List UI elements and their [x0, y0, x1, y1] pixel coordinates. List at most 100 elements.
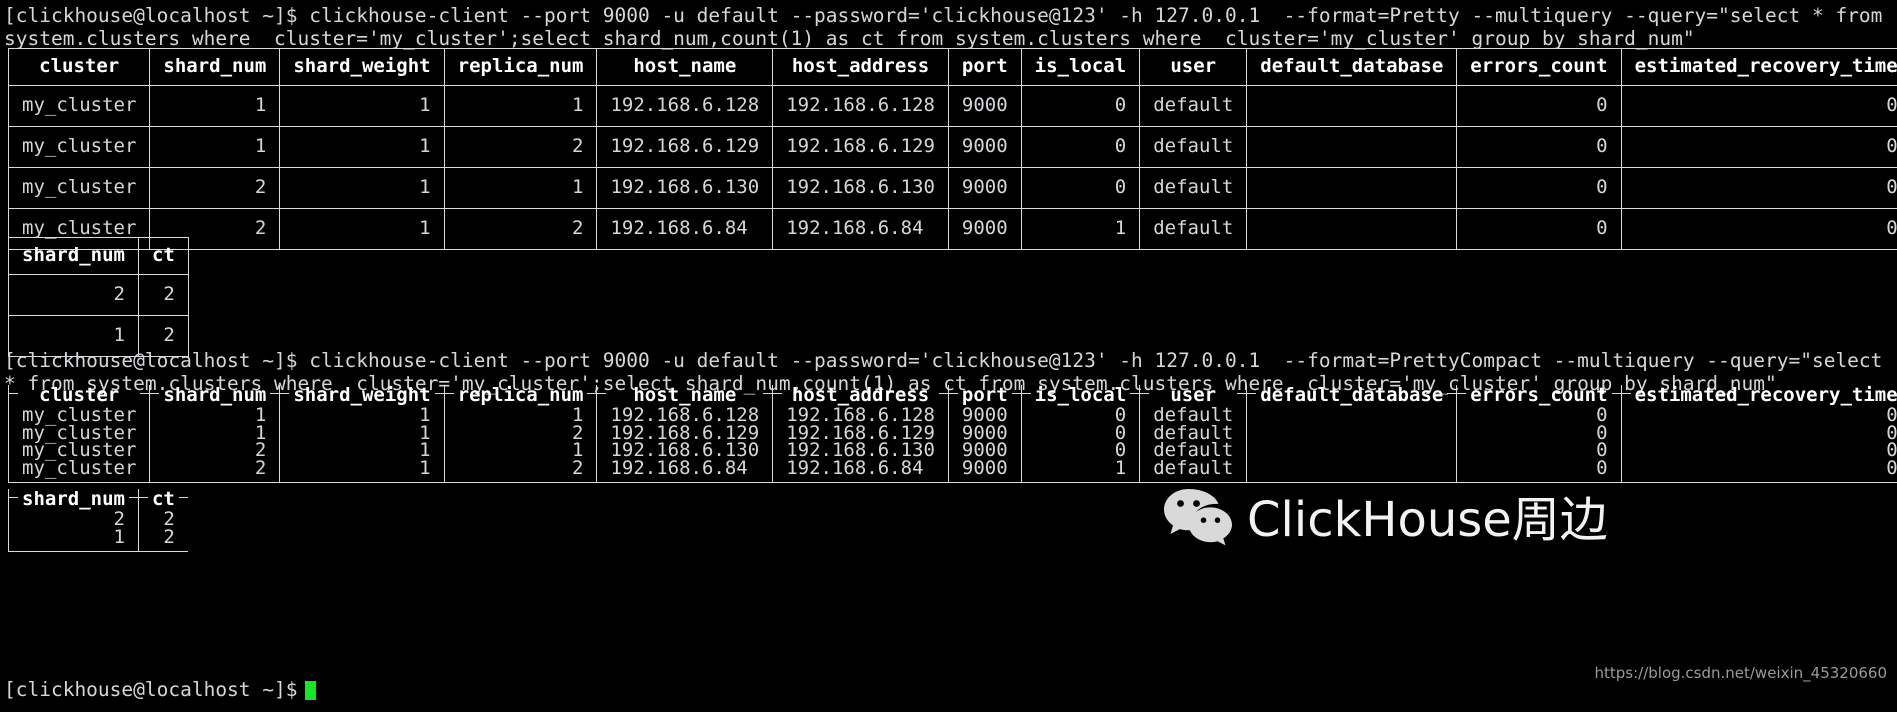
table-cell: 2 [137, 527, 188, 553]
table-cell [1246, 459, 1457, 484]
table-cell: 0 [1620, 423, 1897, 443]
table-cell: 9000 [947, 85, 1022, 127]
column-header-port: port [947, 385, 1022, 407]
table-header-row: shard_num ct [8, 237, 189, 275]
column-header-shard-num: shard_num [149, 48, 281, 86]
table-cell: my_cluster [7, 85, 151, 127]
column-header-default-database: default_database [1246, 48, 1458, 86]
table-row: my_cluster 1 1 2 192.168.6.129 192.168.6.129 9… [7, 126, 1897, 168]
table-row: 12 [8, 527, 188, 553]
table-cell: 0 [1456, 208, 1622, 250]
table-cell: 1 [8, 527, 139, 553]
column-header-shard-num: shard_num [8, 489, 139, 511]
table-row: my_cluster 2 1 1 192.168.6.130 192.168.6.130 9… [7, 167, 1897, 209]
table-cell: 0 [1456, 85, 1622, 127]
table-header-row: shard_num ct [8, 489, 189, 511]
table-cell [1246, 85, 1458, 127]
table-cell: 2 [8, 274, 139, 316]
table-cell: 192.168.6.84 [596, 208, 774, 250]
table-row: my_cluster 1 1 1 192.168.6.128 192.168.6.128 9… [7, 406, 1897, 425]
table-cell: 0 [1020, 167, 1141, 209]
table-cell: 9000 [947, 208, 1022, 250]
column-header-is-local: is_local [1020, 385, 1140, 407]
column-header-user: user [1139, 385, 1247, 407]
table-cell [1246, 126, 1458, 168]
table-row: my_cluster 2 1 2 192.168.6.84 192.168.6.84 900… [7, 208, 1897, 250]
column-header-estimated-recovery-time: estimated_recovery_time [1620, 48, 1897, 86]
column-header-user: user [1139, 48, 1248, 86]
table-cell: 192.168.6.128 [596, 85, 774, 127]
table-cell: my_cluster [7, 126, 151, 168]
table-cell: 0 [1456, 167, 1622, 209]
table-cell: 2 [443, 208, 598, 250]
table-cell: 0 [1620, 126, 1897, 168]
clusters-table-pretty: cluster shard_num shard_weight replica_num h… [7, 48, 1897, 250]
table-row: my_cluster 2 1 2 192.168.6.84 192.168.6.84 900… [7, 458, 1897, 484]
table-cell: 0 [1620, 85, 1897, 127]
column-header-shard-weight: shard_weight [279, 385, 445, 407]
table-cell: 0 [1620, 208, 1897, 250]
table-cell [1246, 424, 1457, 443]
table-cell: 192.168.6.129 [596, 126, 774, 168]
table-cell [1246, 208, 1458, 250]
column-header-ct: ct [137, 237, 189, 275]
column-header-replica-num: replica_num [443, 385, 597, 407]
table-cell [1246, 167, 1458, 209]
shard-count-table-compact: shard_num ct 2212 [8, 489, 189, 553]
table-cell: default [1139, 126, 1248, 168]
table-cell: 192.168.6.84 [772, 458, 949, 484]
table-cell: 9000 [947, 458, 1022, 484]
shard-count-table-pretty: shard_num ct 2212 [8, 237, 189, 357]
table-cell: 192.168.6.130 [772, 167, 949, 209]
column-header-cluster: cluster [7, 48, 151, 86]
table-cell: 9000 [947, 126, 1022, 168]
table-cell: 2 [137, 274, 189, 316]
table-cell: 1 [279, 126, 445, 168]
column-header-shard-num: shard_num [8, 237, 139, 275]
column-header-cluster: cluster [7, 385, 151, 407]
table-row: my_cluster 1 1 2 192.168.6.129 192.168.6.129 9… [7, 423, 1897, 443]
column-header-shard-num: shard_num [149, 385, 280, 407]
table-cell: 192.168.6.84 [596, 458, 773, 484]
table-header-row: cluster shard_num shard_weight replica_num h… [7, 385, 1897, 407]
table-cell: my_cluster [7, 458, 150, 484]
table-cell: 192.168.6.129 [772, 126, 949, 168]
table-row: my_cluster 1 1 1 192.168.6.128 192.168.6.128 9… [7, 85, 1897, 127]
table-cell [1246, 407, 1457, 425]
prompt-text: [clickhouse@localhost ~]$ [4, 678, 298, 701]
watermark-url: https://blog.csdn.net/weixin_45320660 [1594, 664, 1887, 682]
table-row: 22 [8, 274, 189, 316]
table-cell: 1 [443, 85, 598, 127]
column-header-errors-count: errors_count [1456, 48, 1622, 86]
table-cell: 192.168.6.130 [596, 167, 774, 209]
column-header-host-address: host_address [772, 48, 949, 86]
wechat-icon [1163, 487, 1233, 553]
table-cell: 2 [443, 126, 598, 168]
table-header-row: cluster shard_num shard_weight replica_num h… [7, 48, 1897, 86]
column-header-estimated-recovery-time: estimated_recovery_time [1620, 385, 1897, 407]
cursor-block [304, 681, 316, 700]
column-header-errors-count: errors_count [1456, 385, 1622, 407]
column-header-host-name: host_name [596, 385, 773, 407]
terminal-window[interactable]: [clickhouse@localhost ~]$ clickhouse-cli… [0, 0, 1897, 712]
table-cell: 1 [279, 458, 445, 484]
column-header-port: port [947, 48, 1022, 86]
table-cell: 192.168.6.128 [772, 85, 949, 127]
table-cell: default [1139, 458, 1247, 484]
table-cell: 1 [279, 85, 445, 127]
table-cell: default [1139, 208, 1248, 250]
table-cell: default [1139, 85, 1248, 127]
table-cell: default [1139, 167, 1248, 209]
table-row: my_cluster 2 1 1 192.168.6.130 192.168.6.130 9… [7, 441, 1897, 460]
table-cell: 1 [149, 85, 281, 127]
table-cell: 0 [1620, 167, 1897, 209]
column-header-replica-num: replica_num [443, 48, 598, 86]
watermark-brand-text: ClickHouse周边 [1247, 492, 1608, 548]
shell-prompt[interactable]: [clickhouse@localhost ~]$ [4, 678, 316, 701]
table-cell: 1 [1020, 208, 1141, 250]
clusters-table-compact: cluster shard_num shard_weight replica_num h… [7, 385, 1897, 484]
column-header-host-address: host_address [772, 385, 949, 407]
table-cell: 0 [1620, 441, 1897, 460]
column-header-default-database: default_database [1246, 385, 1457, 407]
table-cell: 192.168.6.84 [772, 208, 949, 250]
